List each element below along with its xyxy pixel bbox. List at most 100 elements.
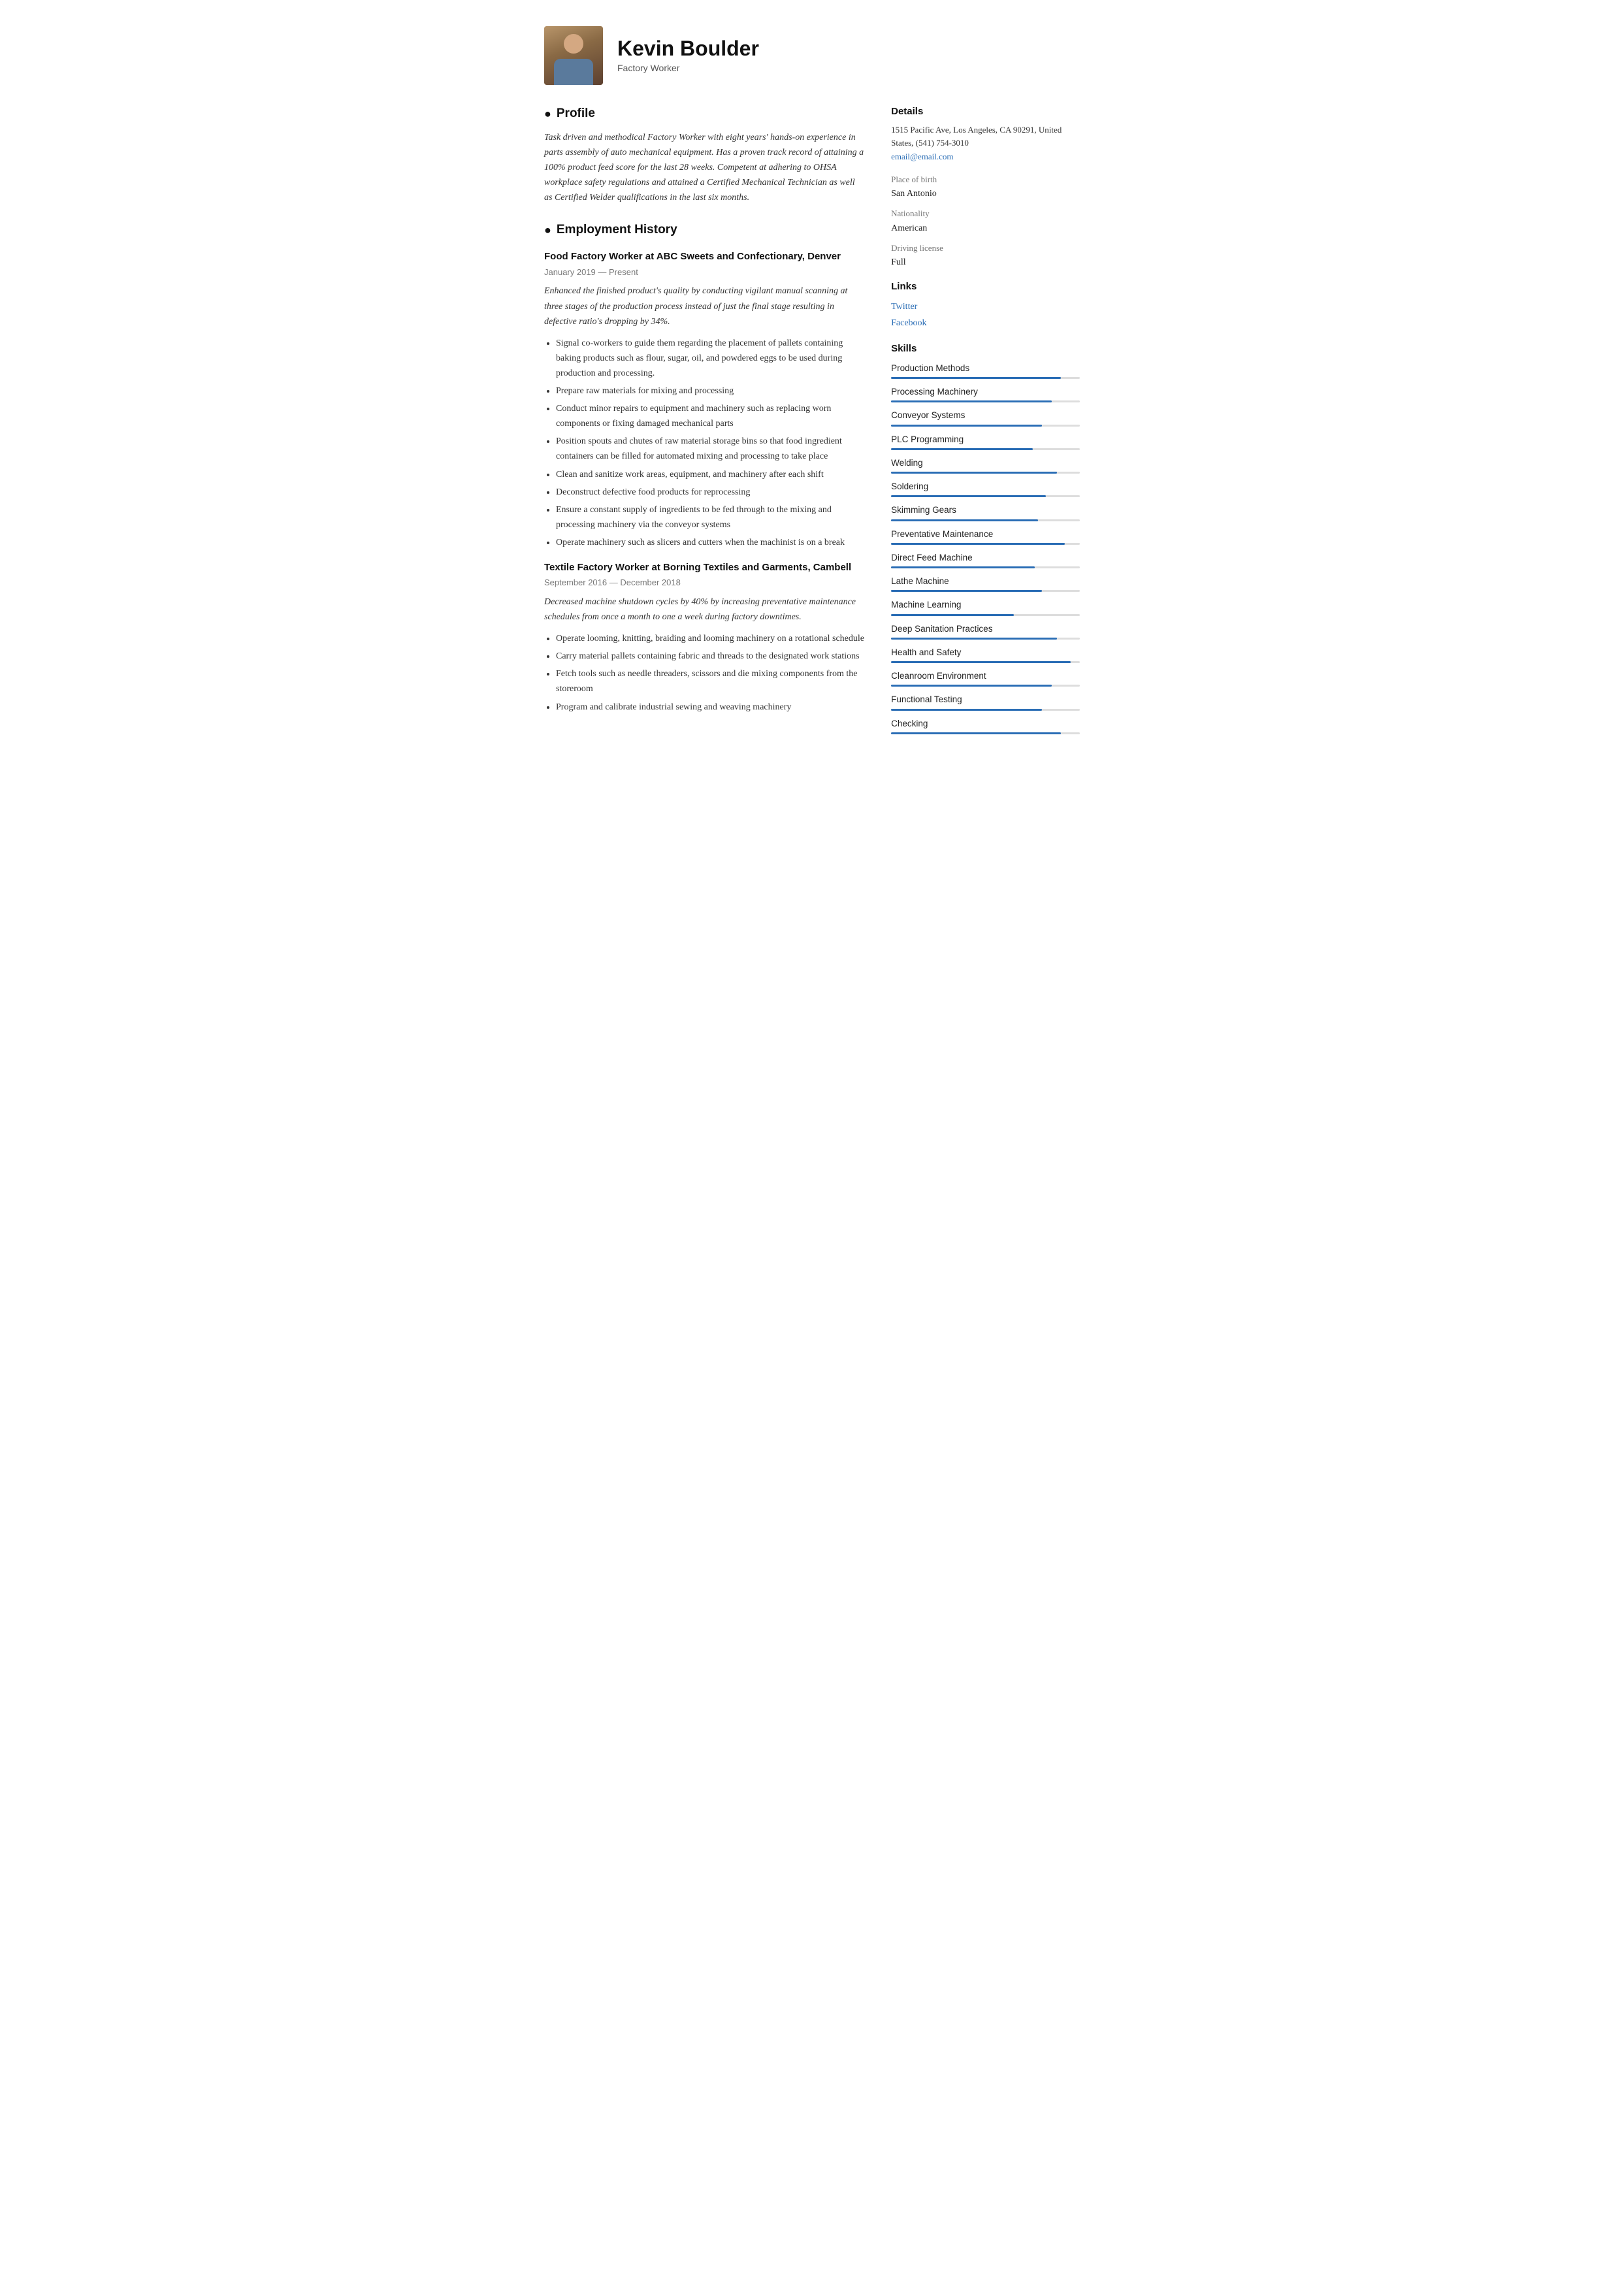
skill-item: Preventative Maintenance [891, 528, 1080, 545]
link-facebook[interactable]: Facebook [891, 315, 1080, 331]
list-item: Deconstruct defective food products for … [556, 485, 865, 500]
list-item: Position spouts and chutes of raw materi… [556, 434, 865, 464]
skills-heading: Skills [891, 342, 1080, 357]
list-item: Operate looming, knitting, braiding and … [556, 631, 865, 646]
avatar-image [544, 26, 603, 85]
skill-bar-fill [891, 709, 1042, 711]
skill-item: Cleanroom Environment [891, 670, 1080, 687]
skill-name: Deep Sanitation Practices [891, 623, 1080, 636]
skill-bar-bg [891, 377, 1080, 379]
job-title-1: Food Factory Worker at ABC Sweets and Co… [544, 250, 865, 265]
candidate-title: Factory Worker [617, 61, 1080, 75]
skill-name: Soldering [891, 480, 1080, 493]
skill-bar-bg [891, 661, 1080, 663]
skill-bar-bg [891, 566, 1080, 568]
profile-label: Profile [557, 105, 595, 123]
skill-bar-bg [891, 425, 1080, 427]
skill-bar-bg [891, 685, 1080, 687]
skill-bar-bg [891, 543, 1080, 545]
skill-bar-bg [891, 519, 1080, 521]
skill-name: Processing Machinery [891, 385, 1080, 399]
main-column: ● Profile Task driven and methodical Fac… [544, 105, 865, 741]
skill-bar-fill [891, 472, 1057, 474]
skill-bar-bg [891, 472, 1080, 474]
skill-bar-fill [891, 519, 1038, 521]
link-twitter[interactable]: Twitter [891, 299, 1080, 315]
profile-section-heading: ● Profile [544, 105, 865, 123]
skill-bar-fill [891, 732, 1061, 734]
skill-bar-fill [891, 448, 1033, 450]
skill-bar-fill [891, 590, 1042, 592]
avatar [544, 26, 603, 85]
job-dates-1: January 2019 — Present [544, 266, 865, 279]
job-summary-2: Decreased machine shutdown cycles by 40%… [544, 594, 865, 625]
skill-item: Deep Sanitation Practices [891, 623, 1080, 640]
skill-name: Machine Learning [891, 598, 1080, 611]
place-of-birth-value: San Antonio [891, 187, 1080, 201]
driving-value: Full [891, 255, 1080, 269]
skill-bar-fill [891, 566, 1035, 568]
skill-item: Welding [891, 457, 1080, 474]
employment-section-heading: ● Employment History [544, 221, 865, 240]
skill-bar-bg [891, 709, 1080, 711]
list-item: Conduct minor repairs to equipment and m… [556, 401, 865, 431]
sidebar-column: Details 1515 Pacific Ave, Los Angeles, C… [891, 105, 1080, 741]
list-item: Ensure a constant supply of ingredients … [556, 502, 865, 532]
list-item: Clean and sanitize work areas, equipment… [556, 467, 865, 482]
skill-bar-fill [891, 400, 1052, 402]
skill-bar-fill [891, 638, 1057, 640]
skill-bar-fill [891, 425, 1042, 427]
list-item: Program and calibrate industrial sewing … [556, 700, 865, 715]
skill-bar-bg [891, 732, 1080, 734]
content-area: ● Profile Task driven and methodical Fac… [544, 105, 1080, 741]
list-item: Prepare raw materials for mixing and pro… [556, 383, 865, 399]
email-link[interactable]: email@email.com [891, 152, 953, 161]
place-of-birth-label: Place of birth [891, 173, 1080, 186]
skill-item: Machine Learning [891, 598, 1080, 615]
list-item: Operate machinery such as slicers and cu… [556, 535, 865, 550]
details-heading: Details [891, 105, 1080, 120]
skill-bar-fill [891, 543, 1065, 545]
skill-name: Cleanroom Environment [891, 670, 1080, 683]
address-text: 1515 Pacific Ave, Los Angeles, CA 90291,… [891, 125, 1062, 148]
skill-item: PLC Programming [891, 433, 1080, 450]
job-summary-1: Enhanced the finished product's quality … [544, 284, 865, 329]
skill-bar-fill [891, 614, 1014, 616]
skill-name: Lathe Machine [891, 575, 1080, 588]
links-heading: Links [891, 280, 1080, 295]
skill-bar-bg [891, 638, 1080, 640]
employment-label: Employment History [557, 221, 677, 240]
job-dates-2: September 2016 — December 2018 [544, 576, 865, 589]
skill-item: Skimming Gears [891, 504, 1080, 521]
skill-name: Functional Testing [891, 693, 1080, 706]
resume-page: Kevin Boulder Factory Worker ● Profile T… [518, 0, 1106, 767]
skill-bar-bg [891, 400, 1080, 402]
nationality-label: Nationality [891, 207, 1080, 220]
skill-name: Welding [891, 457, 1080, 470]
employment-icon: ● [544, 221, 551, 239]
skill-bar-bg [891, 495, 1080, 497]
skill-item: Checking [891, 717, 1080, 734]
skill-bar-fill [891, 661, 1070, 663]
skill-name: PLC Programming [891, 433, 1080, 446]
skill-bar-fill [891, 377, 1061, 379]
skill-item: Soldering [891, 480, 1080, 497]
skill-bar-bg [891, 614, 1080, 616]
skill-name: Preventative Maintenance [891, 528, 1080, 541]
job-bullets-1: Signal co-workers to guide them regardin… [544, 336, 865, 550]
skill-bar-fill [891, 495, 1046, 497]
nationality-value: American [891, 221, 1080, 235]
job-entry-2: Textile Factory Worker at Borning Textil… [544, 561, 865, 715]
driving-label: Driving license [891, 242, 1080, 255]
skill-bar-fill [891, 685, 1052, 687]
skill-name: Direct Feed Machine [891, 551, 1080, 564]
skill-item: Health and Safety [891, 646, 1080, 663]
header: Kevin Boulder Factory Worker [544, 26, 1080, 85]
skill-name: Conveyor Systems [891, 409, 1080, 422]
details-address: 1515 Pacific Ave, Los Angeles, CA 90291,… [891, 123, 1080, 164]
skill-item: Processing Machinery [891, 385, 1080, 402]
skill-item: Functional Testing [891, 693, 1080, 710]
skill-name: Health and Safety [891, 646, 1080, 659]
profile-icon: ● [544, 105, 551, 123]
skill-item: Direct Feed Machine [891, 551, 1080, 568]
